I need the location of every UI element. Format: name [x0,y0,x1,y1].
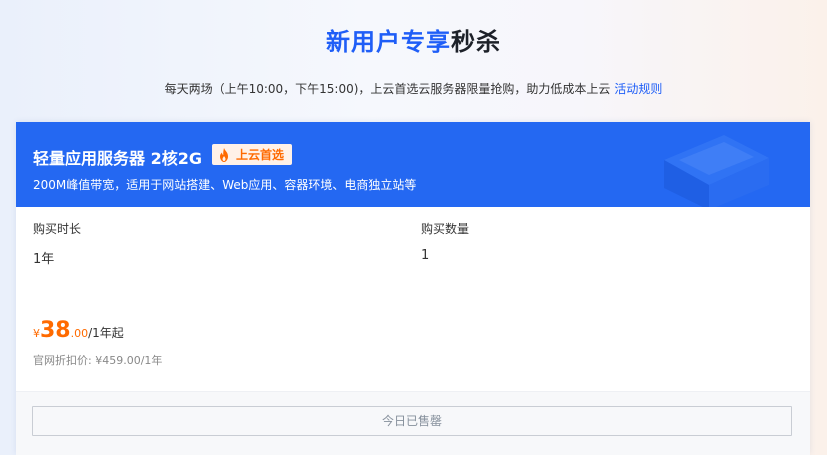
quantity-label: 购买数量 [421,222,470,236]
product-badge-label: 上云首选 [236,148,285,162]
product-description: 200M峰值带宽，适用于网站搭建、Web应用、容器环境、电商独立站等 [33,178,417,192]
flame-icon [220,147,228,162]
duration-label: 购买时长 [33,222,82,236]
product-card-footer: 今日已售罄 [16,391,810,455]
original-price: 官网折扣价: ¥459.00/1年 [33,354,163,367]
page-subtitle: 每天两场（上午10:00，下午15:00)，上云首选云服务器限量抢购，助力低成本… [0,80,827,97]
activity-rules-link[interactable]: 活动规则 [614,82,662,96]
page-title-highlight: 新用户专享 [326,28,451,56]
price: ¥38.00/1年起 [33,318,124,343]
product-badge: 上云首选 [212,144,293,165]
price-unit: /1年起 [88,326,124,340]
price-decimal: .00 [70,327,89,340]
page-title-suffix: 秒杀 [451,28,501,56]
subtitle-text: 每天两场（上午10:00，下午15:00)，上云首选云服务器限量抢购，助力低成本… [164,82,611,96]
price-currency: ¥ [33,327,40,340]
quantity-value: 1 [421,248,430,263]
product-card-header: 轻量应用服务器 2核2G 上云首选 200M峰值带宽，适用于网站搭建、Web应用… [16,122,810,207]
product-name: 轻量应用服务器 2核2G [33,149,202,168]
sold-out-button[interactable]: 今日已售罄 [32,406,792,436]
price-integer: 38 [40,318,71,343]
page-title: 新用户专享秒杀 [0,22,827,57]
product-card: 轻量应用服务器 2核2G 上云首选 200M峰值带宽，适用于网站搭建、Web应用… [16,122,810,455]
server-illustration-icon [664,135,769,207]
duration-value: 1年 [33,252,55,267]
